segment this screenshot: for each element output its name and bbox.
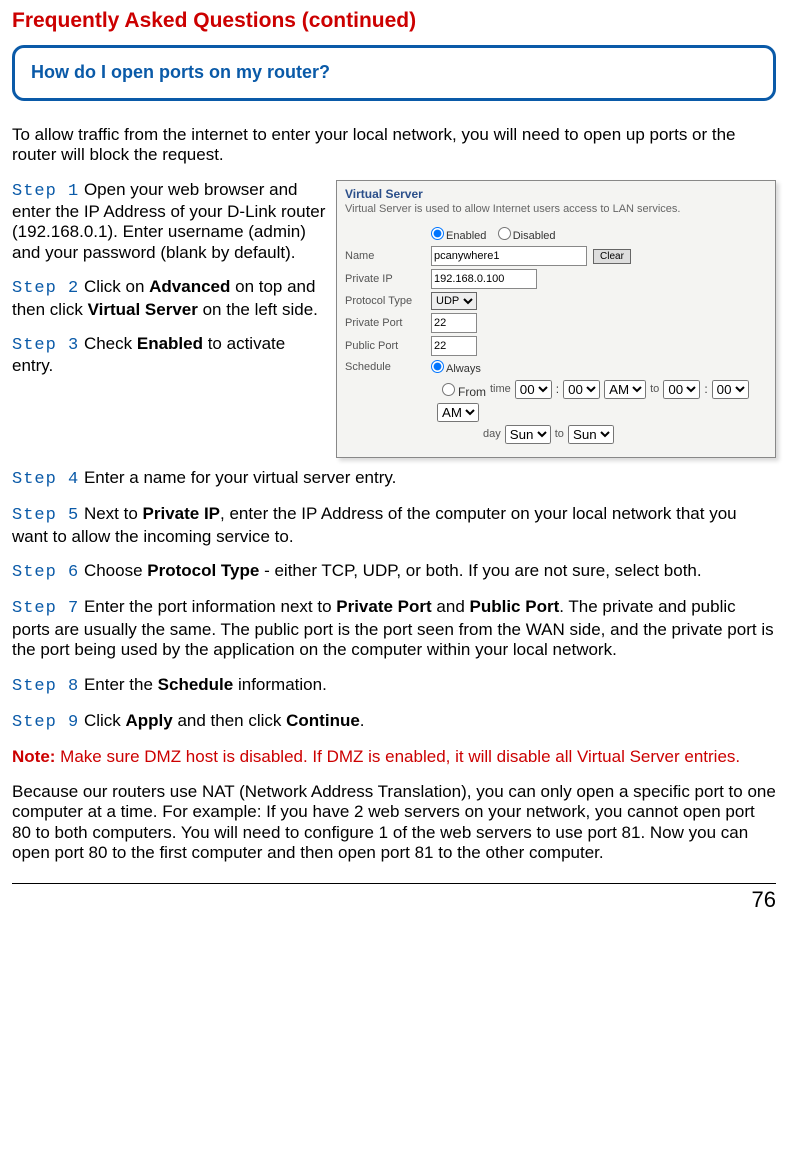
step-5: Step 5 Next to Private IP, enter the IP … (12, 504, 776, 547)
disabled-radio[interactable] (498, 227, 511, 240)
page-number: 76 (12, 883, 776, 913)
page-title: Frequently Asked Questions (continued) (12, 8, 776, 33)
vs-schedule-row: Schedule Always (345, 359, 767, 376)
always-radio[interactable] (431, 360, 444, 373)
clear-button[interactable]: Clear (593, 249, 631, 264)
step-6-b1: Protocol Type (147, 561, 259, 580)
step-9-t3: . (360, 711, 365, 730)
step-9-b1: Apply (126, 711, 173, 730)
virtual-server-screenshot: Virtual Server Virtual Server is used to… (336, 180, 776, 458)
time-label: time (490, 383, 511, 396)
from-radio-label[interactable]: From (437, 380, 486, 399)
from-day-select[interactable]: Sun (505, 425, 551, 444)
vs-name-row: Name Clear (345, 246, 767, 266)
step-3-b1: Enabled (137, 334, 203, 353)
step-6: Step 6 Choose Protocol Type - either TCP… (12, 561, 776, 583)
step-9-label: Step 9 (12, 713, 79, 732)
public-port-label: Public Port (345, 340, 425, 353)
vs-private-port-row: Private Port (345, 313, 767, 333)
step-5-label: Step 5 (12, 506, 79, 525)
step-2-t3: on the left side. (198, 300, 318, 319)
step-2-t1: Click on (79, 277, 149, 296)
vs-schedule-from: From time 00 : 00 AM to 00 : 00 AM day S… (345, 380, 767, 444)
always-radio-label[interactable]: Always (431, 363, 481, 375)
private-port-input[interactable] (431, 313, 477, 333)
closing-paragraph: Because our routers use NAT (Network Add… (12, 782, 776, 864)
step-7-label: Step 7 (12, 599, 79, 618)
step-7: Step 7 Enter the port information next t… (12, 597, 776, 660)
step-9: Step 9 Click Apply and then click Contin… (12, 711, 776, 733)
step-7-b1: Private Port (336, 597, 431, 616)
note-body: Make sure DMZ host is disabled. If DMZ i… (55, 747, 740, 766)
from-min-select[interactable]: 00 (563, 380, 600, 399)
private-ip-label: Private IP (345, 273, 425, 286)
name-input[interactable] (431, 246, 587, 266)
to-min-select[interactable]: 00 (712, 380, 749, 399)
step-2-label: Step 2 (12, 279, 79, 298)
note-label: Note: (12, 747, 55, 766)
vs-private-ip-row: Private IP (345, 269, 767, 289)
step-1-label: Step 1 (12, 182, 79, 201)
step-6-label: Step 6 (12, 563, 79, 582)
vs-protocol-row: Protocol Type UDP (345, 292, 767, 310)
step-2-b1: Advanced (149, 277, 230, 296)
step-5-t1: Next to (79, 504, 142, 523)
to-label-1: to (650, 383, 659, 396)
step-3-t1: Check (79, 334, 137, 353)
enabled-radio-label[interactable]: Enabled (431, 230, 486, 242)
step-4: Step 4 Enter a name for your virtual ser… (12, 468, 776, 490)
always-text: Always (446, 363, 481, 375)
step-6-t1: Choose (79, 561, 147, 580)
private-ip-input[interactable] (431, 269, 537, 289)
disabled-text: Disabled (513, 230, 556, 242)
step-9-t1: Click (79, 711, 125, 730)
step-8-label: Step 8 (12, 677, 79, 696)
vs-public-port-row: Public Port (345, 336, 767, 356)
to-hour-select[interactable]: 00 (663, 380, 700, 399)
step-6-t2: - either TCP, UDP, or both. If you are n… (259, 561, 701, 580)
protocol-label: Protocol Type (345, 295, 425, 308)
step-8-b1: Schedule (158, 675, 234, 694)
day-label: day (483, 428, 501, 441)
step-7-b2: Public Port (470, 597, 560, 616)
from-text: From (458, 385, 486, 399)
note-paragraph: Note: Make sure DMZ host is disabled. If… (12, 747, 776, 767)
protocol-select[interactable]: UDP (431, 292, 477, 310)
step-8-t1: Enter the (79, 675, 157, 694)
step-7-t2: and (432, 597, 470, 616)
step-9-t2: and then click (173, 711, 286, 730)
faq-question-text: How do I open ports on my router? (31, 62, 330, 82)
from-radio[interactable] (442, 383, 455, 396)
intro-paragraph: To allow traffic from the internet to en… (12, 125, 776, 166)
enabled-text: Enabled (446, 230, 486, 242)
public-port-input[interactable] (431, 336, 477, 356)
to-ampm-select[interactable]: AM (437, 403, 479, 422)
enabled-radio[interactable] (431, 227, 444, 240)
step-7-t1: Enter the port information next to (79, 597, 336, 616)
step-4-label: Step 4 (12, 470, 79, 489)
name-label: Name (345, 250, 425, 263)
from-hour-select[interactable]: 00 (515, 380, 552, 399)
schedule-label: Schedule (345, 361, 425, 374)
disabled-radio-label[interactable]: Disabled (498, 230, 556, 242)
to-label-2: to (555, 428, 564, 441)
step-3-label: Step 3 (12, 336, 79, 355)
from-ampm-select[interactable]: AM (604, 380, 646, 399)
step-9-b2: Continue (286, 711, 360, 730)
step-8: Step 8 Enter the Schedule information. (12, 675, 776, 697)
vs-title: Virtual Server (345, 187, 767, 201)
step-8-t2: information. (233, 675, 327, 694)
to-day-select[interactable]: Sun (568, 425, 614, 444)
faq-question-box: How do I open ports on my router? (12, 45, 776, 101)
private-port-label: Private Port (345, 317, 425, 330)
step-4-t1: Enter a name for your virtual server ent… (79, 468, 396, 487)
step-2-b2: Virtual Server (88, 300, 198, 319)
vs-enabled-row: Enabled Disabled (345, 226, 767, 243)
step-5-b1: Private IP (143, 504, 221, 523)
virtual-server-panel: Virtual Server Virtual Server is used to… (336, 180, 776, 458)
vs-subtitle: Virtual Server is used to allow Internet… (345, 203, 767, 216)
